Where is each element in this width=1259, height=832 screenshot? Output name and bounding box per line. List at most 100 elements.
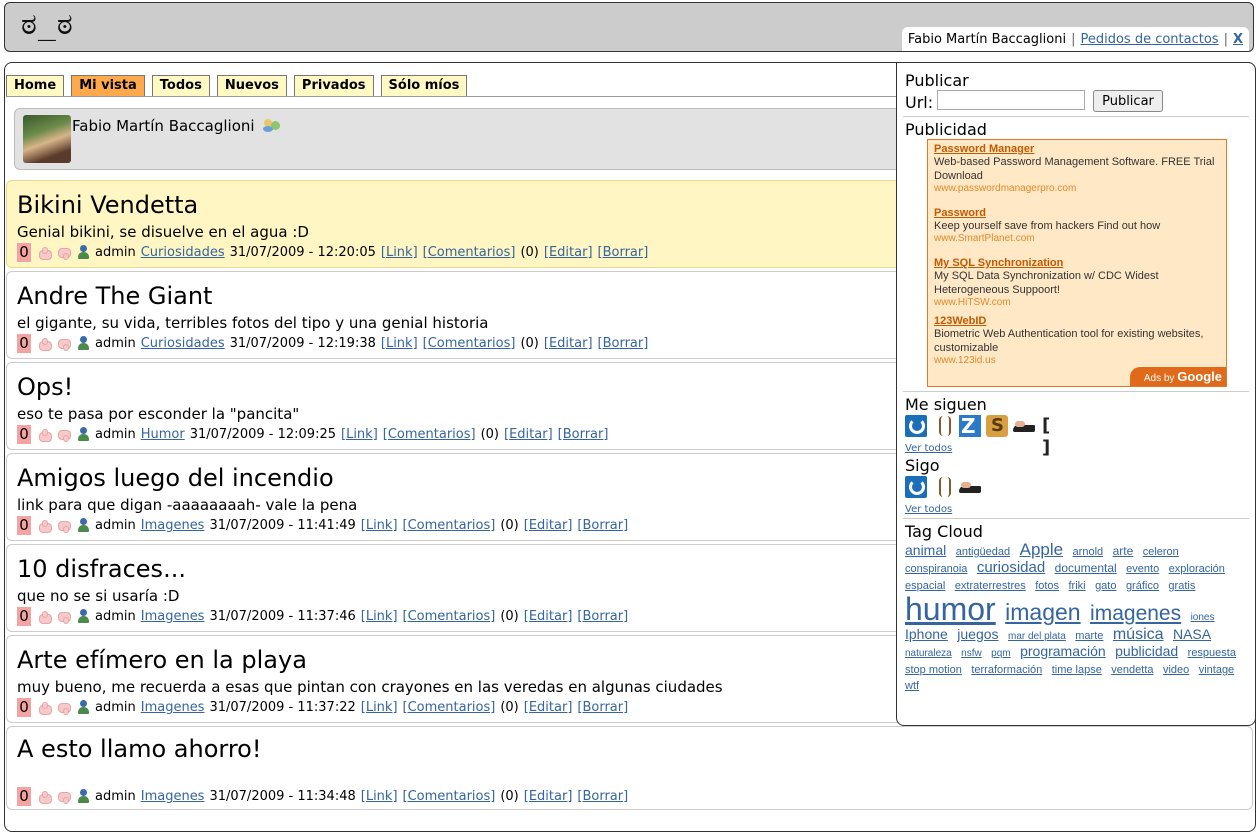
tag-link[interactable]: arte (1113, 544, 1134, 558)
close-link[interactable]: X (1233, 32, 1243, 47)
ad-title[interactable]: 123WebID (934, 315, 1220, 327)
tag-link[interactable]: Apple (1020, 540, 1063, 559)
ad-url[interactable]: www.passwordmanagerpro.com (934, 183, 1220, 194)
contacts-requests-link[interactable]: Pedidos de contactos (1080, 32, 1218, 47)
post-link[interactable]: [Link] (361, 609, 398, 624)
avatar[interactable] (23, 115, 71, 163)
tag-link[interactable]: arnold (1073, 546, 1104, 558)
ad-item[interactable]: My SQL Synchronization My SQL Data Synch… (934, 257, 1220, 308)
follower-avatar-shoe-icon[interactable] (1013, 415, 1035, 437)
tag-link[interactable]: documental (1055, 561, 1117, 575)
post-title[interactable]: Andre The Giant (17, 282, 212, 310)
thumbs-down-icon[interactable] (56, 338, 72, 351)
tag-link[interactable]: terraformación (971, 664, 1042, 676)
tag-link[interactable]: wtf (905, 680, 919, 693)
ad-item[interactable]: 123WebID Biometric Web Authentication to… (934, 315, 1220, 366)
followers-see-all-link[interactable]: Ver todos (905, 443, 952, 454)
tag-link[interactable]: extraterrestres (955, 580, 1026, 592)
tag-link[interactable]: iones (1191, 612, 1215, 624)
thumbs-up-icon[interactable] (37, 519, 53, 533)
tab-privados[interactable]: Privados (293, 75, 374, 96)
post-title[interactable]: Ops! (17, 373, 73, 401)
post-category-link[interactable]: Curiosidades (141, 245, 225, 260)
thumbs-down-icon[interactable] (56, 520, 72, 533)
tag-link[interactable]: humor (905, 591, 996, 627)
post-title[interactable]: Arte efímero en la playa (17, 646, 307, 674)
tag-link[interactable]: gato (1095, 580, 1116, 592)
tag-link[interactable]: conspiranoia (905, 563, 967, 575)
tab-todos[interactable]: Todos (151, 75, 210, 96)
ad-item[interactable]: Password Keep yourself save from hackers… (934, 207, 1220, 244)
post-edit-link[interactable]: [Editar] (524, 700, 573, 715)
tag-link[interactable]: respuesta (1188, 647, 1236, 659)
following-avatar-shoe-icon[interactable] (959, 476, 981, 498)
post-comments-link[interactable]: [Comentarios] (403, 700, 496, 715)
following-see-all-link[interactable]: Ver todos (905, 504, 952, 515)
follower-avatar-power-icon[interactable] (905, 415, 927, 437)
tag-link[interactable]: vendetta (1111, 664, 1153, 676)
thumbs-down-icon[interactable] (56, 702, 72, 715)
tag-link[interactable]: evento (1126, 563, 1159, 575)
tag-link[interactable]: gratis (1168, 580, 1195, 592)
tag-link[interactable]: NASA (1173, 626, 1211, 642)
tag-link[interactable]: imagenes (1090, 602, 1181, 625)
tag-link[interactable]: espacial (905, 580, 945, 592)
post-delete-link[interactable]: [Borrar] (598, 245, 649, 260)
ad-title[interactable]: Password Manager (934, 143, 1220, 155)
post-comments-link[interactable]: [Comentarios] (383, 427, 476, 442)
post-delete-link[interactable]: [Borrar] (577, 700, 628, 715)
following-avatar-figure-icon[interactable] (932, 476, 954, 498)
post-delete-link[interactable]: [Borrar] (577, 789, 628, 804)
thumbs-up-icon[interactable] (37, 246, 53, 260)
tag-link[interactable]: animal (905, 542, 946, 558)
tag-link[interactable]: mar del plata (1008, 631, 1066, 642)
post-link[interactable]: [Link] (381, 336, 418, 351)
ad-title[interactable]: Password (934, 207, 1220, 219)
tab-solo-mios[interactable]: Sólo míos (380, 75, 468, 96)
post-title[interactable]: Bikini Vendetta (17, 191, 198, 219)
post-category-link[interactable]: Imagenes (141, 609, 205, 624)
post-link[interactable]: [Link] (361, 700, 398, 715)
following-avatar-power-icon[interactable] (905, 476, 927, 498)
tab-nuevos[interactable]: Nuevos (216, 75, 287, 96)
follower-avatar-z-icon[interactable]: Z (959, 415, 981, 437)
tag-link[interactable]: celeron (1143, 546, 1179, 558)
tag-link[interactable]: marte (1075, 630, 1103, 642)
post-delete-link[interactable]: [Borrar] (577, 518, 628, 533)
tag-link[interactable]: time lapse (1052, 664, 1102, 676)
post-category-link[interactable]: Imagenes (141, 700, 205, 715)
tag-link[interactable]: vintage (1199, 664, 1234, 676)
tag-link[interactable]: Iphone (905, 626, 948, 642)
ad-url[interactable]: www.123id.us (934, 355, 1220, 366)
ads-by-google-badge[interactable]: Ads by Google (1129, 367, 1226, 386)
tag-link[interactable]: antigüedad (956, 546, 1010, 558)
post-edit-link[interactable]: [Editar] (524, 518, 573, 533)
tag-link[interactable]: pqm (991, 648, 1010, 659)
post-delete-link[interactable]: [Borrar] (558, 427, 609, 442)
thumbs-up-icon[interactable] (37, 610, 53, 624)
ad-url[interactable]: www.SmartPlanet.com (934, 233, 1220, 244)
post-edit-link[interactable]: [Editar] (544, 336, 593, 351)
tag-link[interactable]: exploración (1169, 563, 1225, 575)
tag-link[interactable]: programación (1020, 643, 1106, 659)
post-title[interactable]: Amigos luego del incendio (17, 464, 334, 492)
tag-link[interactable]: video (1163, 664, 1189, 676)
post-category-link[interactable]: Humor (141, 427, 185, 442)
post-link[interactable]: [Link] (381, 245, 418, 260)
post-edit-link[interactable]: [Editar] (524, 609, 573, 624)
tag-link[interactable]: friki (1069, 580, 1086, 592)
site-logo[interactable]: ಠ_ಠ (21, 7, 74, 42)
tag-link[interactable]: gráfico (1126, 580, 1159, 592)
post-edit-link[interactable]: [Editar] (544, 245, 593, 260)
publish-button[interactable]: Publicar (1093, 90, 1163, 112)
post-link[interactable]: [Link] (361, 518, 398, 533)
tab-mi-vista[interactable]: Mi vista (71, 75, 145, 96)
thumbs-up-icon[interactable] (37, 428, 53, 442)
tab-home[interactable]: Home (6, 75, 65, 96)
follower-avatar-s-icon[interactable]: S (986, 415, 1008, 437)
post-title[interactable]: 10 disfraces... (17, 555, 186, 583)
post-comments-link[interactable]: [Comentarios] (403, 518, 496, 533)
post-comments-link[interactable]: [Comentarios] (423, 336, 516, 351)
thumbs-down-icon[interactable] (56, 611, 72, 624)
tag-link[interactable]: publicidad (1115, 643, 1178, 659)
